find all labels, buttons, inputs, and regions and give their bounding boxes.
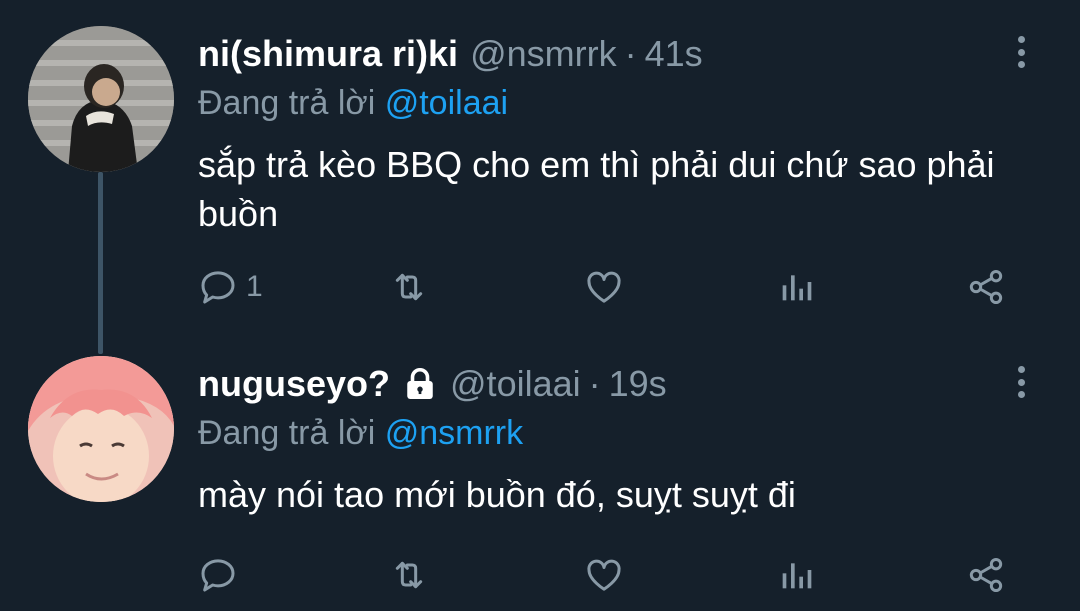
timestamp[interactable]: 19s xyxy=(609,363,667,405)
analytics-icon xyxy=(782,563,812,589)
replying-to-mention[interactable]: @nsmrrk xyxy=(385,414,523,452)
replying-to: Đang trả lời @toilaai xyxy=(198,84,508,123)
analytics-icon xyxy=(782,275,812,301)
timestamp[interactable]: 41s xyxy=(645,33,703,75)
reply-icon xyxy=(201,559,235,592)
replying-to-prefix: Đang trả lời xyxy=(198,84,376,122)
replying-to-mention[interactable]: @toilaai xyxy=(385,84,508,122)
share-icon xyxy=(969,270,1003,304)
tweet-header: ni(shimura ri)ki @nsmrrk · 41s xyxy=(198,33,703,75)
share-icon xyxy=(969,558,1003,592)
avatar[interactable] xyxy=(28,26,174,172)
reply-icon xyxy=(201,271,235,304)
replying-to-prefix: Đang trả lời xyxy=(198,414,376,452)
user-handle[interactable]: @nsmrrk xyxy=(470,33,617,75)
tweet-actions: 1 xyxy=(0,262,1080,312)
replying-to: Đang trả lời @nsmrrk xyxy=(198,414,523,453)
tweet-header: nuguseyo? @toilaai · 19s xyxy=(198,363,667,405)
tweet-actions xyxy=(0,550,1080,600)
tweet-text: sắp trả kèo BBQ cho em thì phải dui chứ … xyxy=(198,144,995,234)
retweet-button[interactable] xyxy=(389,262,429,312)
more-options-icon[interactable] xyxy=(1010,364,1032,400)
like-icon xyxy=(587,559,621,591)
tweet-text: mày nói tao mới buồn đó, suỵt suỵt đi xyxy=(198,474,796,515)
retweet-icon xyxy=(395,273,423,301)
analytics-button[interactable] xyxy=(776,550,816,600)
display-name[interactable]: ni(shimura ri)ki xyxy=(198,33,458,75)
more-options-icon[interactable] xyxy=(1010,34,1032,70)
separator-dot: · xyxy=(624,33,637,74)
display-name[interactable]: nuguseyo? xyxy=(198,363,390,405)
user-handle[interactable]: @toilaai xyxy=(450,363,581,405)
like-button[interactable] xyxy=(584,550,624,600)
lock-icon xyxy=(407,368,433,399)
tweet[interactable]: nuguseyo? @toilaai · 19s Đang trả lời @n… xyxy=(0,330,1080,611)
retweet-icon xyxy=(395,561,423,589)
separator-dot: · xyxy=(588,363,601,404)
analytics-button[interactable] xyxy=(776,262,816,312)
share-button[interactable] xyxy=(966,550,1006,600)
avatar[interactable] xyxy=(28,356,174,502)
reply-button[interactable]: 1 xyxy=(198,262,263,312)
like-button[interactable] xyxy=(584,262,624,312)
retweet-button[interactable] xyxy=(389,550,429,600)
reply-count: 1 xyxy=(246,270,263,303)
reply-button[interactable] xyxy=(198,550,238,600)
like-icon xyxy=(587,271,621,303)
tweet[interactable]: ni(shimura ri)ki @nsmrrk · 41s Đang trả … xyxy=(0,0,1080,330)
share-button[interactable] xyxy=(966,262,1006,312)
